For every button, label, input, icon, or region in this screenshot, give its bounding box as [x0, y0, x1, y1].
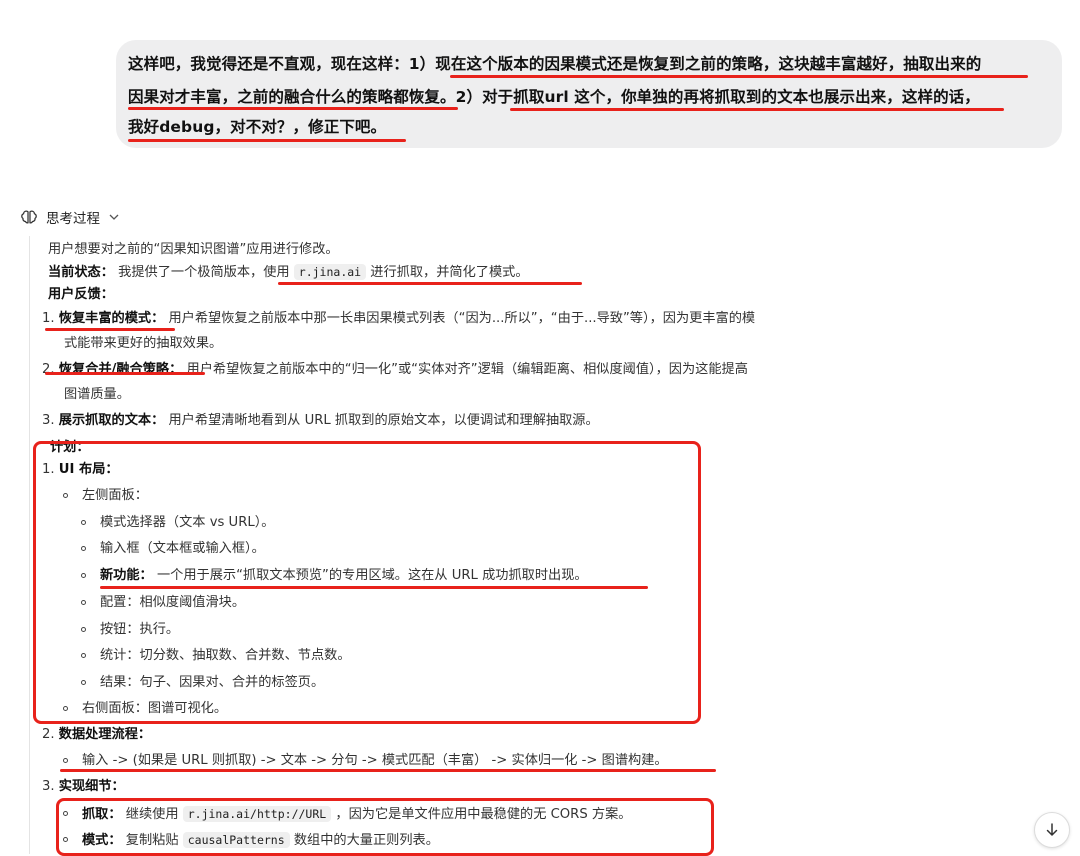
bullet-icon	[63, 758, 68, 763]
plan-item-label: 实现细节：	[58, 779, 125, 794]
plan-item-3: 3. 实现细节：	[42, 778, 125, 796]
annotation-underline	[450, 75, 1028, 78]
status-line: 当前状态： 我提供了一个极简版本，使用 r.jina.ai 进行抓取，并简化了模…	[48, 263, 529, 282]
feedback-item-1: 1. 恢复丰富的模式： 用户希望恢复之前版本中那一长串因果模式列表（“因为...…	[42, 310, 755, 328]
status-label: 当前状态：	[48, 265, 114, 280]
list-number: 2.	[42, 362, 55, 377]
arrow-down-icon	[1046, 823, 1058, 836]
pipeline-text: 输入 -> (如果是 URL 则抓取) -> 文本 -> 分句 -> 模式匹配（…	[82, 753, 668, 768]
feedback-item-3: 3. 展示抓取的文本： 用户希望清晰地看到从 URL 抓取到的原始文本，以便调试…	[42, 412, 599, 430]
brain-icon	[21, 210, 37, 224]
user-message-line-1: 这样吧，我觉得还是不直观，现在这样：1）现在这个版本的因果模式还是恢复到之前的策…	[128, 55, 982, 73]
annotation-underline	[128, 139, 406, 142]
plan-item-label: 数据处理流程：	[58, 727, 152, 742]
feedback-item-2: 2. 恢复合并/融合策略： 用户希望恢复之前版本中的“归一化”或“实体对齐”逻辑…	[42, 361, 748, 379]
feedback-item-2-cont: 图谱质量。	[64, 387, 130, 402]
scroll-down-button[interactable]	[1034, 812, 1070, 848]
user-message-line-2: 因果对才丰富，之前的融合什么的策略都恢复。2）对于抓取url 这个，你单独的再将…	[128, 88, 980, 106]
list-number: 3.	[42, 779, 55, 794]
annotation-underline	[60, 769, 716, 772]
feedback-item-text: 用户希望恢复之前版本中那一长串因果模式列表（“因为...所以”，“由于...导致…	[168, 311, 756, 326]
annotation-underline	[45, 328, 175, 331]
feedback-item-text: 用户希望恢复之前版本中的“归一化”或“实体对齐”逻辑（编辑距离、相似度阈值），因…	[186, 362, 748, 377]
annotation-underline	[128, 107, 458, 110]
status-text-post: 进行抓取，并简化了模式。	[370, 265, 529, 280]
thinking-indent-bar	[29, 236, 30, 854]
user-message-bubble: 这样吧，我觉得还是不直观，现在这样：1）现在这个版本的因果模式还是恢复到之前的策…	[116, 40, 1062, 148]
status-code: r.jina.ai	[293, 264, 367, 280]
annotation-box-impl	[56, 798, 714, 856]
annotation-underline	[278, 282, 582, 285]
status-text-pre: 我提供了一个极简版本，使用	[118, 265, 290, 280]
list-number: 2.	[42, 727, 55, 742]
annotation-underline	[45, 372, 205, 375]
thinking-intro: 用户想要对之前的“因果知识图谱”应用进行修改。	[48, 242, 339, 257]
chevron-down-icon	[109, 214, 119, 220]
list-number: 1.	[42, 311, 55, 326]
feedback-label: 用户反馈：	[48, 287, 114, 302]
feedback-item-label: 展示抓取的文本：	[58, 413, 165, 428]
annotation-box-plan	[33, 441, 701, 724]
feedback-item-label: 恢复丰富的模式：	[58, 311, 165, 326]
list-number: 3.	[42, 413, 55, 428]
feedback-item-1-cont: 式能带来更好的抽取效果。	[64, 336, 223, 351]
plan-item-2: 2. 数据处理流程：	[42, 726, 151, 744]
thinking-toggle[interactable]: 思考过程	[20, 206, 120, 228]
annotation-underline	[510, 108, 1004, 111]
feedback-item-text: 用户希望清晰地看到从 URL 抓取到的原始文本，以便调试和理解抽取源。	[168, 413, 599, 428]
user-message-line-3: 我好debug，对不对？，修正下吧。	[128, 118, 387, 136]
thinking-title: 思考过程	[46, 211, 100, 227]
